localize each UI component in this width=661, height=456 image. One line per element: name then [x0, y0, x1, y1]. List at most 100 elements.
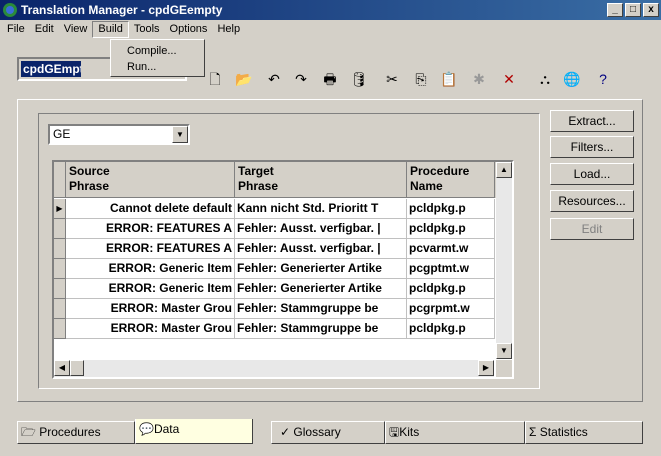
- file-name-text: cpdGEmpty: [21, 61, 81, 77]
- menu-view[interactable]: View: [59, 21, 93, 38]
- cell-target: Fehler: Stammgruppe be: [235, 319, 407, 339]
- chevron-down-icon[interactable]: ▼: [172, 126, 188, 143]
- cell-procedure: pcldpkg.p: [407, 319, 495, 339]
- copy-icon[interactable]: ⎘: [412, 70, 430, 88]
- window-title: Translation Manager - cpdGEempty: [21, 3, 223, 17]
- header-selector: [54, 162, 66, 198]
- minimize-button[interactable]: _: [607, 3, 623, 17]
- scroll-right-icon[interactable]: ▶: [478, 360, 494, 376]
- table-row[interactable]: ERROR: Master Grou Fehler: Stammgruppe b…: [54, 299, 495, 319]
- header-target[interactable]: Target Phrase: [235, 162, 407, 198]
- row-selector: [54, 259, 66, 279]
- row-selector: [54, 299, 66, 319]
- speech-bubble-icon: 💬: [139, 422, 154, 436]
- row-selector: [54, 319, 66, 339]
- sigma-icon: Σ: [529, 425, 537, 439]
- table-row[interactable]: ERROR: Master Grou Fehler: Stammgruppe b…: [54, 319, 495, 339]
- scroll-corner: [496, 360, 512, 377]
- table-header: Source Phrase Target Phrase Procedure Name: [54, 162, 512, 198]
- scroll-down-icon[interactable]: ▼: [496, 343, 512, 359]
- scroll-thumb[interactable]: [70, 360, 84, 376]
- header-source[interactable]: Source Phrase: [66, 162, 235, 198]
- table-row[interactable]: ▶ Cannot delete default Kann nicht Std. …: [54, 199, 495, 219]
- build-dropdown-menu: Compile... Run...: [110, 39, 205, 77]
- language-select[interactable]: GE ▼: [48, 124, 190, 145]
- tab-statistics[interactable]: Σ Statistics: [525, 421, 643, 444]
- menu-edit[interactable]: Edit: [30, 21, 59, 38]
- cell-procedure: pcldpkg.p: [407, 219, 495, 239]
- header-procedure[interactable]: Procedure Name: [407, 162, 495, 198]
- cell-source: ERROR: Generic Item: [66, 279, 235, 299]
- delete-icon[interactable]: ✕: [500, 70, 518, 88]
- undo-icon[interactable]: ↶: [265, 70, 283, 88]
- language-value: GE: [53, 127, 71, 141]
- maximize-button[interactable]: □: [625, 3, 641, 17]
- menu-item-compile[interactable]: Compile...: [111, 44, 204, 60]
- title-bar: Translation Manager - cpdGEempty _ □ x: [0, 0, 661, 20]
- cut-icon[interactable]: ✂: [383, 70, 401, 88]
- floppy-disk-icon: 🖫: [389, 425, 400, 439]
- help-icon[interactable]: ?: [594, 70, 612, 88]
- cell-target: Kann nicht Std. Prioritt T: [235, 199, 407, 219]
- cell-procedure: pcgptmt.w: [407, 259, 495, 279]
- table-row[interactable]: ERROR: FEATURES A Fehler: Ausst. verfigb…: [54, 219, 495, 239]
- redo-icon[interactable]: ↷: [292, 70, 310, 88]
- table-row[interactable]: ERROR: FEATURES A Fehler: Ausst. verfigb…: [54, 239, 495, 259]
- vertical-scrollbar[interactable]: ▲ ▼: [496, 162, 512, 359]
- sort-icon[interactable]: ✱: [470, 70, 488, 88]
- globe-icon[interactable]: 🌐: [563, 70, 581, 88]
- cell-procedure: pcldpkg.p: [407, 199, 495, 219]
- paste-icon[interactable]: 📋: [440, 70, 458, 88]
- cell-source: ERROR: FEATURES A: [66, 239, 235, 259]
- tab-kits[interactable]: 🖫Kits: [385, 421, 525, 444]
- cell-target: Fehler: Stammgruppe be: [235, 299, 407, 319]
- database-icon[interactable]: 🛢: [350, 70, 368, 88]
- row-selector: [54, 239, 66, 259]
- cell-target: Fehler: Ausst. verfigbar. |: [235, 239, 407, 259]
- horizontal-scrollbar[interactable]: ◀ ▶: [54, 360, 494, 377]
- tab-procedures[interactable]: 🗁 Procedures: [17, 421, 135, 444]
- row-pointer-icon: ▶: [54, 199, 66, 219]
- menu-build[interactable]: Build: [92, 21, 129, 38]
- print-icon[interactable]: 🖶: [321, 70, 339, 88]
- app-window: Translation Manager - cpdGEempty _ □ x F…: [0, 0, 661, 456]
- table-row[interactable]: ERROR: Generic Item Fehler: Generierter …: [54, 279, 495, 299]
- menu-item-run[interactable]: Run...: [111, 60, 204, 76]
- tab-glossary[interactable]: ✓ Glossary: [271, 421, 385, 444]
- cell-source: ERROR: Master Grou: [66, 299, 235, 319]
- cell-target: Fehler: Ausst. verfigbar. |: [235, 219, 407, 239]
- tab-strip: 🗁 Procedures 💬Data ✓ Glossary 🖫Kits Σ St…: [17, 419, 643, 444]
- app-icon: [3, 3, 17, 17]
- cell-procedure: pcgrpmt.w: [407, 299, 495, 319]
- folder-icon: 🗁: [21, 425, 36, 439]
- scroll-up-icon[interactable]: ▲: [496, 162, 512, 178]
- cell-source: ERROR: FEATURES A: [66, 219, 235, 239]
- menu-options[interactable]: Options: [165, 21, 213, 38]
- hierarchy-icon[interactable]: ⛬: [536, 70, 554, 88]
- checkmark-icon: ✓: [280, 425, 291, 439]
- data-panel: GE ▼ Source Phrase Target Phrase Procedure…: [17, 99, 643, 402]
- cell-target: Fehler: Generierter Artike: [235, 259, 407, 279]
- open-folder-icon[interactable]: 📂: [235, 70, 253, 88]
- table-row[interactable]: ERROR: Generic Item Fehler: Generierter …: [54, 259, 495, 279]
- cell-procedure: pcvarmt.w: [407, 239, 495, 259]
- filters-button[interactable]: Filters...: [550, 136, 634, 158]
- phrase-table: Source Phrase Target Phrase Procedure Name …: [52, 160, 514, 379]
- menu-file[interactable]: File: [2, 21, 30, 38]
- row-selector: [54, 219, 66, 239]
- edit-button[interactable]: Edit: [550, 218, 634, 240]
- close-button[interactable]: x: [643, 3, 659, 17]
- resources-button[interactable]: Resources...: [550, 190, 634, 212]
- new-icon[interactable]: 🗋: [206, 70, 224, 88]
- cell-procedure: pcldpkg.p: [407, 279, 495, 299]
- cell-source: Cannot delete default: [66, 199, 235, 219]
- extract-button[interactable]: Extract...: [550, 110, 634, 132]
- cell-target: Fehler: Generierter Artike: [235, 279, 407, 299]
- load-button[interactable]: Load...: [550, 163, 634, 185]
- menu-bar: File Edit View Build Tools Options Help: [0, 20, 661, 39]
- cell-source: ERROR: Generic Item: [66, 259, 235, 279]
- tab-data[interactable]: 💬Data: [135, 419, 253, 444]
- menu-tools[interactable]: Tools: [129, 21, 165, 38]
- scroll-left-icon[interactable]: ◀: [54, 360, 70, 376]
- menu-help[interactable]: Help: [212, 21, 245, 38]
